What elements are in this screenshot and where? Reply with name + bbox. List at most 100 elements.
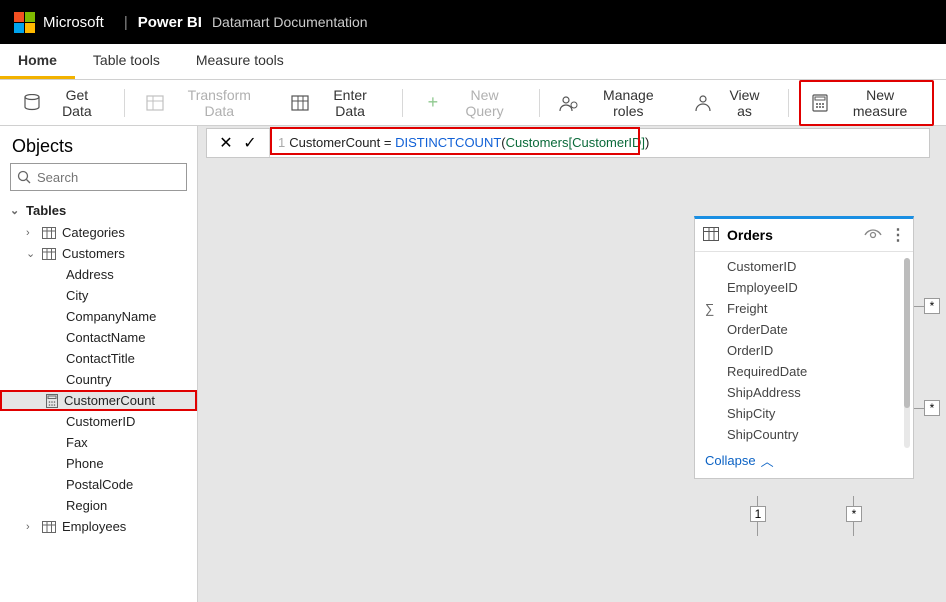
table-label: Employees — [62, 519, 126, 534]
search-input-wrap[interactable] — [10, 163, 187, 191]
model-canvas[interactable]: ✕ ✓ 1CustomerCount = DISTINCTCOUNT(Custo… — [198, 126, 946, 602]
field-order-date[interactable]: OrderDate — [695, 319, 913, 340]
field-ship-address[interactable]: ShipAddress — [695, 382, 913, 403]
cardinality-many: * — [924, 400, 940, 416]
table-categories[interactable]: › Categories — [0, 222, 197, 243]
person-icon — [693, 94, 713, 112]
table-icon — [42, 227, 56, 239]
new-measure-button[interactable]: New measure — [799, 80, 934, 126]
view-as-label: View as — [721, 87, 768, 119]
new-measure-label: New measure — [838, 87, 922, 119]
separator — [402, 89, 403, 117]
objects-panel: Objects ⌄ Tables › Categories ⌄ — [0, 126, 198, 602]
field-required-date[interactable]: RequiredDate — [695, 361, 913, 382]
chevron-up-icon: ︿ — [761, 451, 774, 470]
plus-icon: + — [423, 94, 442, 112]
database-icon — [22, 94, 42, 112]
search-icon — [17, 170, 31, 184]
card-header: Orders ⋮ — [695, 219, 913, 252]
formula-input[interactable]: 1CustomerCount = DISTINCTCOUNT(Customers… — [270, 135, 929, 151]
table-employees[interactable]: › Employees — [0, 516, 197, 537]
commit-formula-button[interactable]: ✓ — [239, 132, 261, 154]
get-data-label: Get Data — [50, 87, 104, 119]
table-icon — [42, 248, 56, 260]
field-contact-name[interactable]: ContactName — [0, 327, 197, 348]
field-employee-id[interactable]: EmployeeID — [695, 277, 913, 298]
card-title: Orders — [727, 227, 856, 243]
table-icon — [703, 227, 719, 243]
tables-group[interactable]: ⌄ Tables — [0, 199, 197, 222]
transform-data-label: Transform Data — [173, 87, 266, 119]
more-icon[interactable]: ⋮ — [890, 225, 905, 245]
object-tree: ⌄ Tables › Categories ⌄ Customers Addres… — [0, 199, 197, 537]
app-header: Microsoft | Power BI Datamart Documentat… — [0, 0, 946, 44]
measure-customer-count[interactable]: CustomerCount — [0, 390, 197, 411]
field-order-id[interactable]: OrderID — [695, 340, 913, 361]
chevron-down-icon: ⌄ — [26, 247, 36, 260]
measure-label: CustomerCount — [64, 393, 155, 408]
tab-home[interactable]: Home — [0, 44, 75, 79]
roles-icon — [559, 94, 579, 112]
sigma-icon: ∑ — [705, 301, 714, 316]
enter-data-button[interactable]: Enter Data — [280, 82, 392, 124]
search-input[interactable] — [37, 170, 180, 185]
cardinality-many: * — [924, 298, 940, 314]
field-company-name[interactable]: CompanyName — [0, 306, 197, 327]
view-as-button[interactable]: View as — [683, 82, 778, 124]
tab-measure-tools[interactable]: Measure tools — [178, 44, 302, 79]
table-label: Customers — [62, 246, 125, 261]
brand-label: Microsoft — [43, 14, 104, 31]
new-query-label: New Query — [451, 87, 519, 119]
enter-data-label: Enter Data — [318, 87, 382, 119]
field-city[interactable]: City — [0, 285, 197, 306]
field-fax[interactable]: Fax — [0, 432, 197, 453]
product-label: Power BI — [138, 14, 202, 31]
field-ship-city[interactable]: ShipCity — [695, 403, 913, 424]
cancel-formula-button[interactable]: ✕ — [215, 132, 237, 154]
separator — [788, 89, 789, 117]
field-freight[interactable]: ∑Freight — [695, 298, 913, 319]
tables-label: Tables — [26, 203, 66, 218]
cardinality-one: 1 — [750, 506, 766, 522]
chevron-down-icon: ⌄ — [10, 204, 20, 217]
collapse-link[interactable]: Collapse ︿ — [695, 445, 913, 476]
manage-roles-label: Manage roles — [587, 87, 669, 119]
field-address[interactable]: Address — [0, 264, 197, 285]
ribbon: Get Data Transform Data Enter Data + New… — [0, 80, 946, 126]
microsoft-logo-icon — [14, 12, 35, 33]
tab-table-tools[interactable]: Table tools — [75, 44, 178, 79]
field-ship-country[interactable]: ShipCountry — [695, 424, 913, 445]
field-postal-code[interactable]: PostalCode — [0, 474, 197, 495]
field-list: CustomerID EmployeeID ∑Freight OrderDate… — [695, 252, 913, 478]
chevron-right-icon: › — [26, 521, 36, 533]
enter-data-icon — [290, 94, 310, 112]
formula-bar: ✕ ✓ 1CustomerCount = DISTINCTCOUNT(Custo… — [206, 128, 930, 158]
separator — [124, 89, 125, 117]
field-country[interactable]: Country — [0, 369, 197, 390]
new-query-button[interactable]: + New Query — [413, 82, 528, 124]
divider: | — [124, 14, 128, 31]
field-customer-id[interactable]: CustomerID — [0, 411, 197, 432]
visibility-icon[interactable] — [864, 229, 882, 241]
table-label: Categories — [62, 225, 125, 240]
document-title: Datamart Documentation — [212, 14, 368, 30]
table-icon — [42, 521, 56, 533]
ribbon-tabs: Home Table tools Measure tools — [0, 44, 946, 80]
transform-icon — [145, 94, 165, 112]
calculator-icon — [811, 94, 830, 112]
calculator-icon — [46, 394, 58, 408]
table-card-orders[interactable]: Orders ⋮ CustomerID EmployeeID ∑Freight … — [694, 216, 914, 479]
separator — [539, 89, 540, 117]
transform-data-button[interactable]: Transform Data — [135, 82, 276, 124]
table-customers[interactable]: ⌄ Customers — [0, 243, 197, 264]
field-customer-id[interactable]: CustomerID — [695, 256, 913, 277]
cardinality-many: * — [846, 506, 862, 522]
field-phone[interactable]: Phone — [0, 453, 197, 474]
manage-roles-button[interactable]: Manage roles — [549, 82, 679, 124]
objects-title: Objects — [0, 126, 197, 163]
chevron-right-icon: › — [26, 227, 36, 239]
scrollbar[interactable] — [904, 258, 910, 448]
field-region[interactable]: Region — [0, 495, 197, 516]
get-data-button[interactable]: Get Data — [12, 82, 114, 124]
field-contact-title[interactable]: ContactTitle — [0, 348, 197, 369]
